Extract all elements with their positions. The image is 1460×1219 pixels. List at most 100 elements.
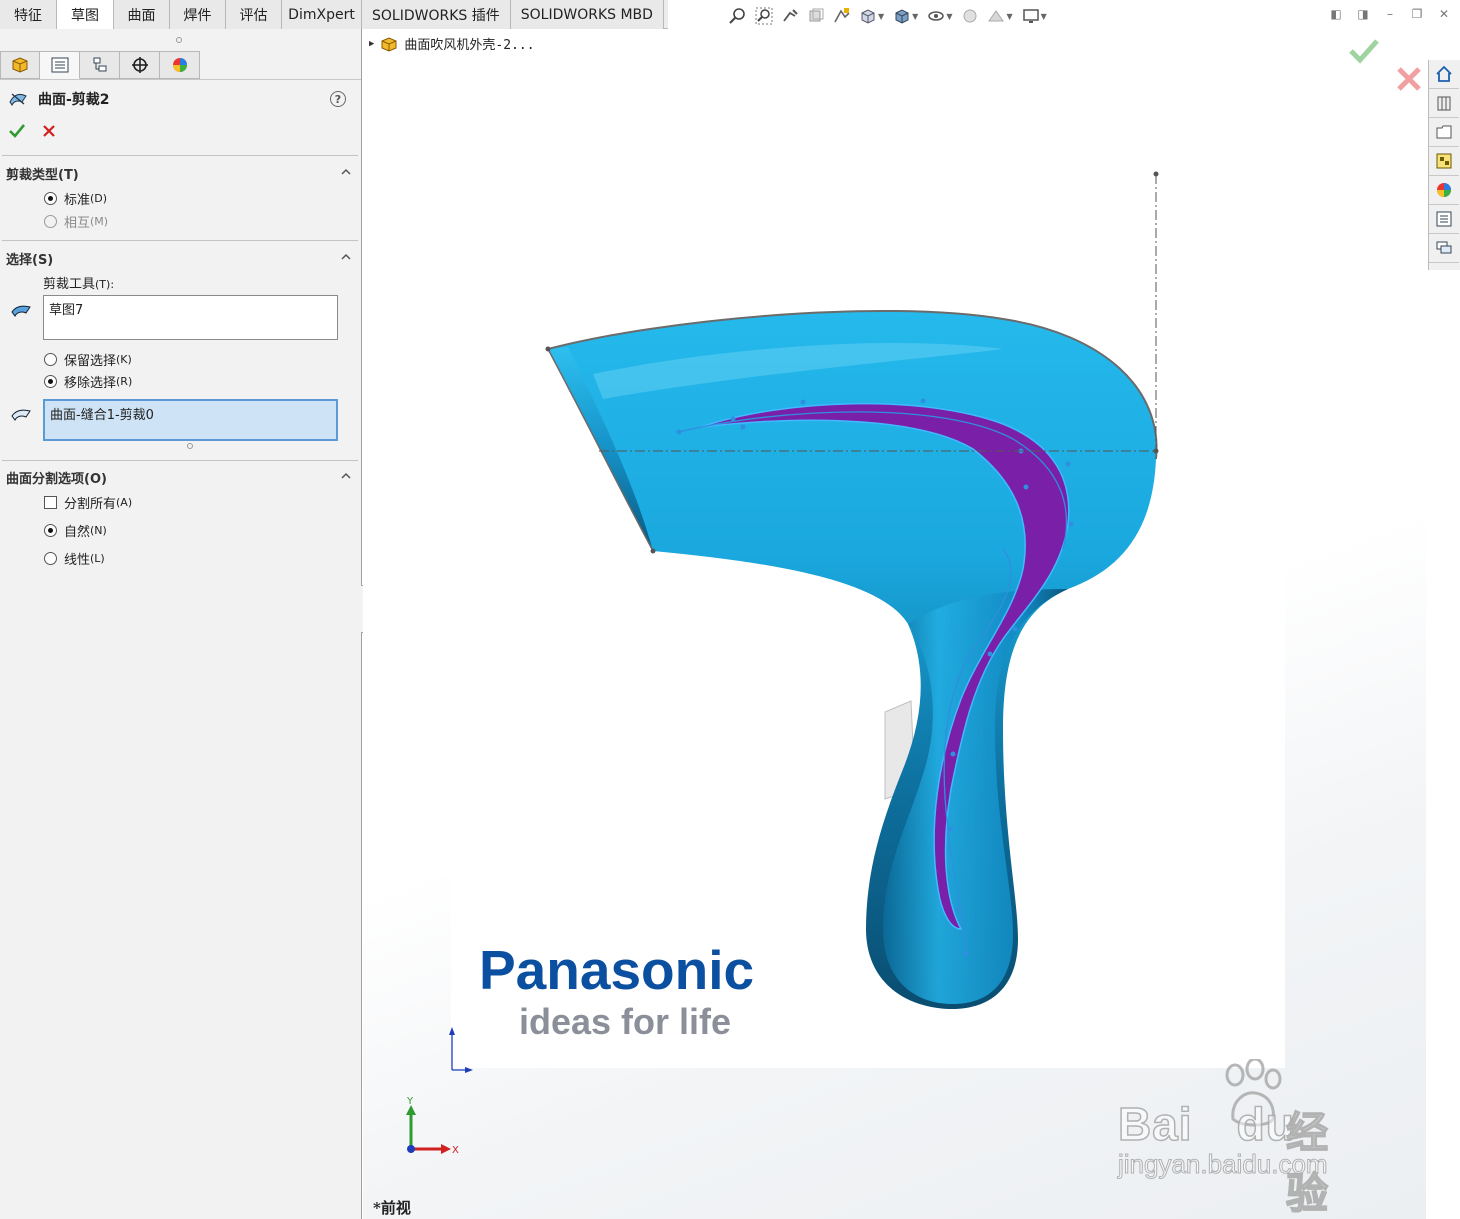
remove-selections-label: 移除选择 [64, 376, 117, 391]
solidworks-resources-tab[interactable] [1429, 60, 1459, 89]
trim-type-header[interactable]: 剪裁类型(T) [6, 164, 79, 183]
tab-dimxpert[interactable]: DimXpert [282, 0, 362, 29]
view-palette-icon [1436, 153, 1452, 169]
trim-tool-label: 剪裁工具(T): [43, 277, 115, 292]
help-icon[interactable]: ? [330, 91, 346, 107]
ok-button[interactable] [8, 122, 26, 140]
appearances-tab[interactable] [1429, 176, 1459, 205]
forum-tab[interactable] [1429, 234, 1459, 263]
hide-show-items-icon[interactable] [926, 6, 946, 26]
trim-tool-listbox[interactable]: 草图7 [43, 295, 338, 340]
graphics-area[interactable]: ▶ 曲面吹风机外壳-2... Panasonic ideas for life … [363, 29, 1426, 1219]
trim-mutual-radio [44, 215, 57, 228]
model-drawing[interactable]: Panasonic ideas for life [363, 29, 1426, 1219]
view-settings-caret-icon[interactable]: ▼ [1041, 12, 1047, 21]
keep-selections-radio[interactable] [44, 353, 57, 366]
pieces-to-remove-listbox[interactable]: 曲面-缝合1-剪裁0 [43, 399, 338, 441]
property-manager-tab-icon[interactable] [40, 51, 80, 79]
keep-selections-option[interactable]: 保留选择 (K) [44, 350, 132, 369]
linear-option[interactable]: 线性 (L) [44, 549, 105, 568]
remove-selections-radio[interactable] [44, 375, 57, 388]
split-all-checkbox[interactable] [44, 496, 57, 509]
restore-icon[interactable]: ❐ [1409, 6, 1425, 22]
collapse-chevron-icon[interactable] [340, 166, 352, 178]
tab-solidworks-mbd[interactable]: SOLIDWORKS MBD [510, 0, 664, 29]
pieces-value[interactable]: 曲面-缝合1-剪裁0 [50, 408, 154, 423]
sketch-point[interactable] [545, 346, 551, 352]
edit-appearance-icon[interactable] [960, 6, 980, 26]
view-orientation-icon[interactable] [858, 6, 878, 26]
library-icon [1437, 96, 1451, 111]
axis-y-label: Y [406, 1097, 414, 1107]
watermark-brand: Bai du [1117, 1097, 1295, 1151]
divider [2, 155, 358, 156]
collapse-chevron-icon[interactable] [340, 470, 352, 482]
split-options-header[interactable]: 曲面分割选项(O) [6, 468, 107, 487]
natural-option[interactable]: 自然 (N) [44, 521, 107, 540]
display-style-icon[interactable] [892, 6, 912, 26]
view-settings-icon[interactable] [1021, 6, 1041, 26]
reference-triad[interactable]: Y X [401, 1097, 461, 1161]
brand-logo: Panasonic [479, 939, 754, 1001]
zoom-to-area-icon[interactable] [754, 6, 774, 26]
heads-up-view-toolbar: ▼ ▼ ▼ ▼ ▼ [728, 4, 1049, 28]
display-manager-tab-icon[interactable] [160, 51, 200, 79]
property-manager: 曲面-剪裁2 ? 剪裁类型(T) 标准 (D) 相互 (M) 选择(S) 剪裁工具(… [0, 29, 362, 1219]
task-pane-tabs [1428, 60, 1460, 270]
remove-selections-option[interactable]: 移除选择 (R) [44, 372, 132, 391]
tile-left-icon[interactable]: ◧ [1328, 6, 1344, 22]
tab-weldments[interactable]: 焊件 [170, 0, 226, 29]
trim-standard-option[interactable]: 标准 (D) [44, 189, 107, 208]
configuration-manager-tab-icon[interactable] [80, 51, 120, 79]
sketch-point[interactable] [650, 548, 656, 554]
trim-standard-label: 标准 [64, 193, 91, 208]
tab-sketch[interactable]: 草图 [57, 0, 114, 29]
dimxpert-manager-tab-icon[interactable] [120, 51, 160, 79]
apply-scene-caret-icon[interactable]: ▼ [1006, 12, 1012, 21]
apply-scene-icon[interactable] [986, 6, 1006, 26]
cancel-button[interactable] [40, 122, 58, 140]
watermark-url: jingyan.baidu.com [1118, 1149, 1329, 1180]
keep-selections-label: 保留选择 [64, 354, 117, 369]
custom-properties-tab[interactable] [1429, 205, 1459, 234]
sketch-point[interactable] [1153, 171, 1159, 177]
axis-x-label: X [452, 1145, 459, 1156]
linear-radio[interactable] [44, 552, 57, 565]
feature-title: 曲面-剪裁2 [38, 92, 110, 108]
tab-surfaces[interactable]: 曲面 [114, 0, 170, 29]
zoom-to-fit-icon[interactable] [728, 6, 748, 26]
minimize-icon[interactable]: – [1382, 6, 1398, 22]
trim-tool-value[interactable]: 草图7 [49, 303, 83, 318]
appearances-icon [1437, 183, 1451, 197]
tab-features[interactable]: 特征 [0, 0, 57, 29]
panel-grip[interactable] [176, 37, 182, 43]
design-library-tab[interactable] [1429, 89, 1459, 118]
display-style-caret-icon[interactable]: ▼ [912, 12, 918, 21]
natural-radio[interactable] [44, 524, 57, 537]
cross-icon [43, 125, 55, 137]
section-view-icon[interactable] [806, 6, 826, 26]
selections-header[interactable]: 选择(S) [6, 249, 53, 268]
sketch-point[interactable] [1153, 448, 1159, 454]
view-orientation-caret-icon[interactable]: ▼ [878, 12, 884, 21]
tab-solidworks-addins[interactable]: SOLIDWORKS 插件 [362, 0, 511, 29]
view-name-label: *前视 [373, 1199, 411, 1217]
trim-tool-selection-icon [11, 305, 31, 317]
dynamic-annotation-icon[interactable] [832, 6, 852, 26]
hide-show-caret-icon[interactable]: ▼ [946, 12, 952, 21]
file-explorer-tab[interactable] [1429, 118, 1459, 147]
feature-manager-tab-icon[interactable] [0, 51, 40, 79]
split-all-label: 分割所有 [64, 497, 117, 512]
listbox-resize-grip[interactable] [187, 443, 193, 449]
close-icon[interactable]: ✕ [1436, 6, 1452, 22]
collapse-chevron-icon[interactable] [340, 251, 352, 263]
natural-label: 自然 [64, 525, 91, 540]
previous-view-icon[interactable] [780, 6, 800, 26]
trim-standard-radio[interactable] [44, 192, 57, 205]
split-all-option[interactable]: 分割所有 (A) [44, 493, 132, 512]
command-manager-tabs: 特征 草图 曲面 焊件 评估 DimXpert SOLIDWORKS 插件 SO… [0, 0, 668, 29]
trim-mutual-label: 相互 [64, 216, 91, 231]
view-palette-tab[interactable] [1429, 147, 1459, 176]
tab-evaluate[interactable]: 评估 [226, 0, 282, 29]
tile-right-icon[interactable]: ◨ [1355, 6, 1371, 22]
